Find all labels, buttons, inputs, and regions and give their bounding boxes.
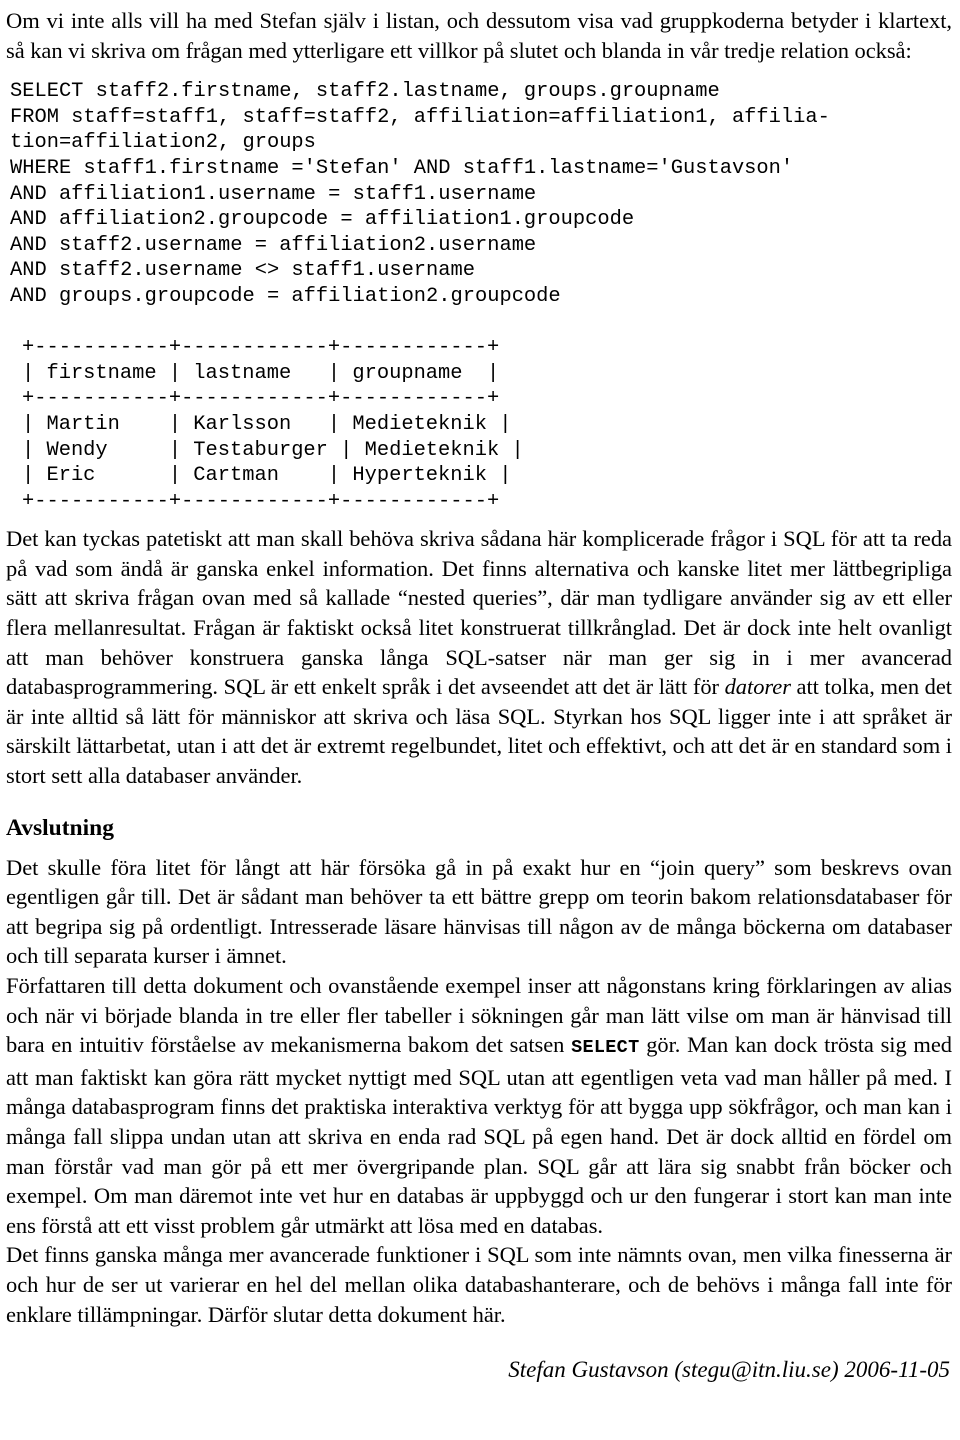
closing-paragraph-2-part2: gör. Man kan dock trösta sig med att man… — [6, 1032, 952, 1238]
closing-paragraph-2: Författaren till detta dokument och ovan… — [6, 971, 952, 1240]
section-heading-avslutning: Avslutning — [6, 814, 114, 841]
sql-code-block: SELECT staff2.firstname, staff2.lastname… — [10, 80, 830, 308]
paragraph-after-table: Det kan tyckas patetiskt att man skall b… — [6, 524, 952, 790]
closing-paragraph-3: Det finns ganska många mer avancerade fu… — [6, 1242, 952, 1327]
intro-paragraph: Om vi inte alls vill ha med Stefan själv… — [6, 8, 952, 63]
inline-keyword-select: SELECT — [571, 1037, 640, 1059]
italic-emphasis-datorer: datorer — [724, 674, 791, 700]
closing-paragraph-1: Det skulle föra litet för långt att här … — [6, 854, 952, 969]
document-page: Om vi inte alls vill ha med Stefan själv… — [0, 0, 960, 1440]
document-footer-signature: Stefan Gustavson (stegu@itn.liu.se) 2006… — [508, 1357, 950, 1383]
query-result-table: +-----------+------------+------------+ … — [22, 336, 524, 513]
